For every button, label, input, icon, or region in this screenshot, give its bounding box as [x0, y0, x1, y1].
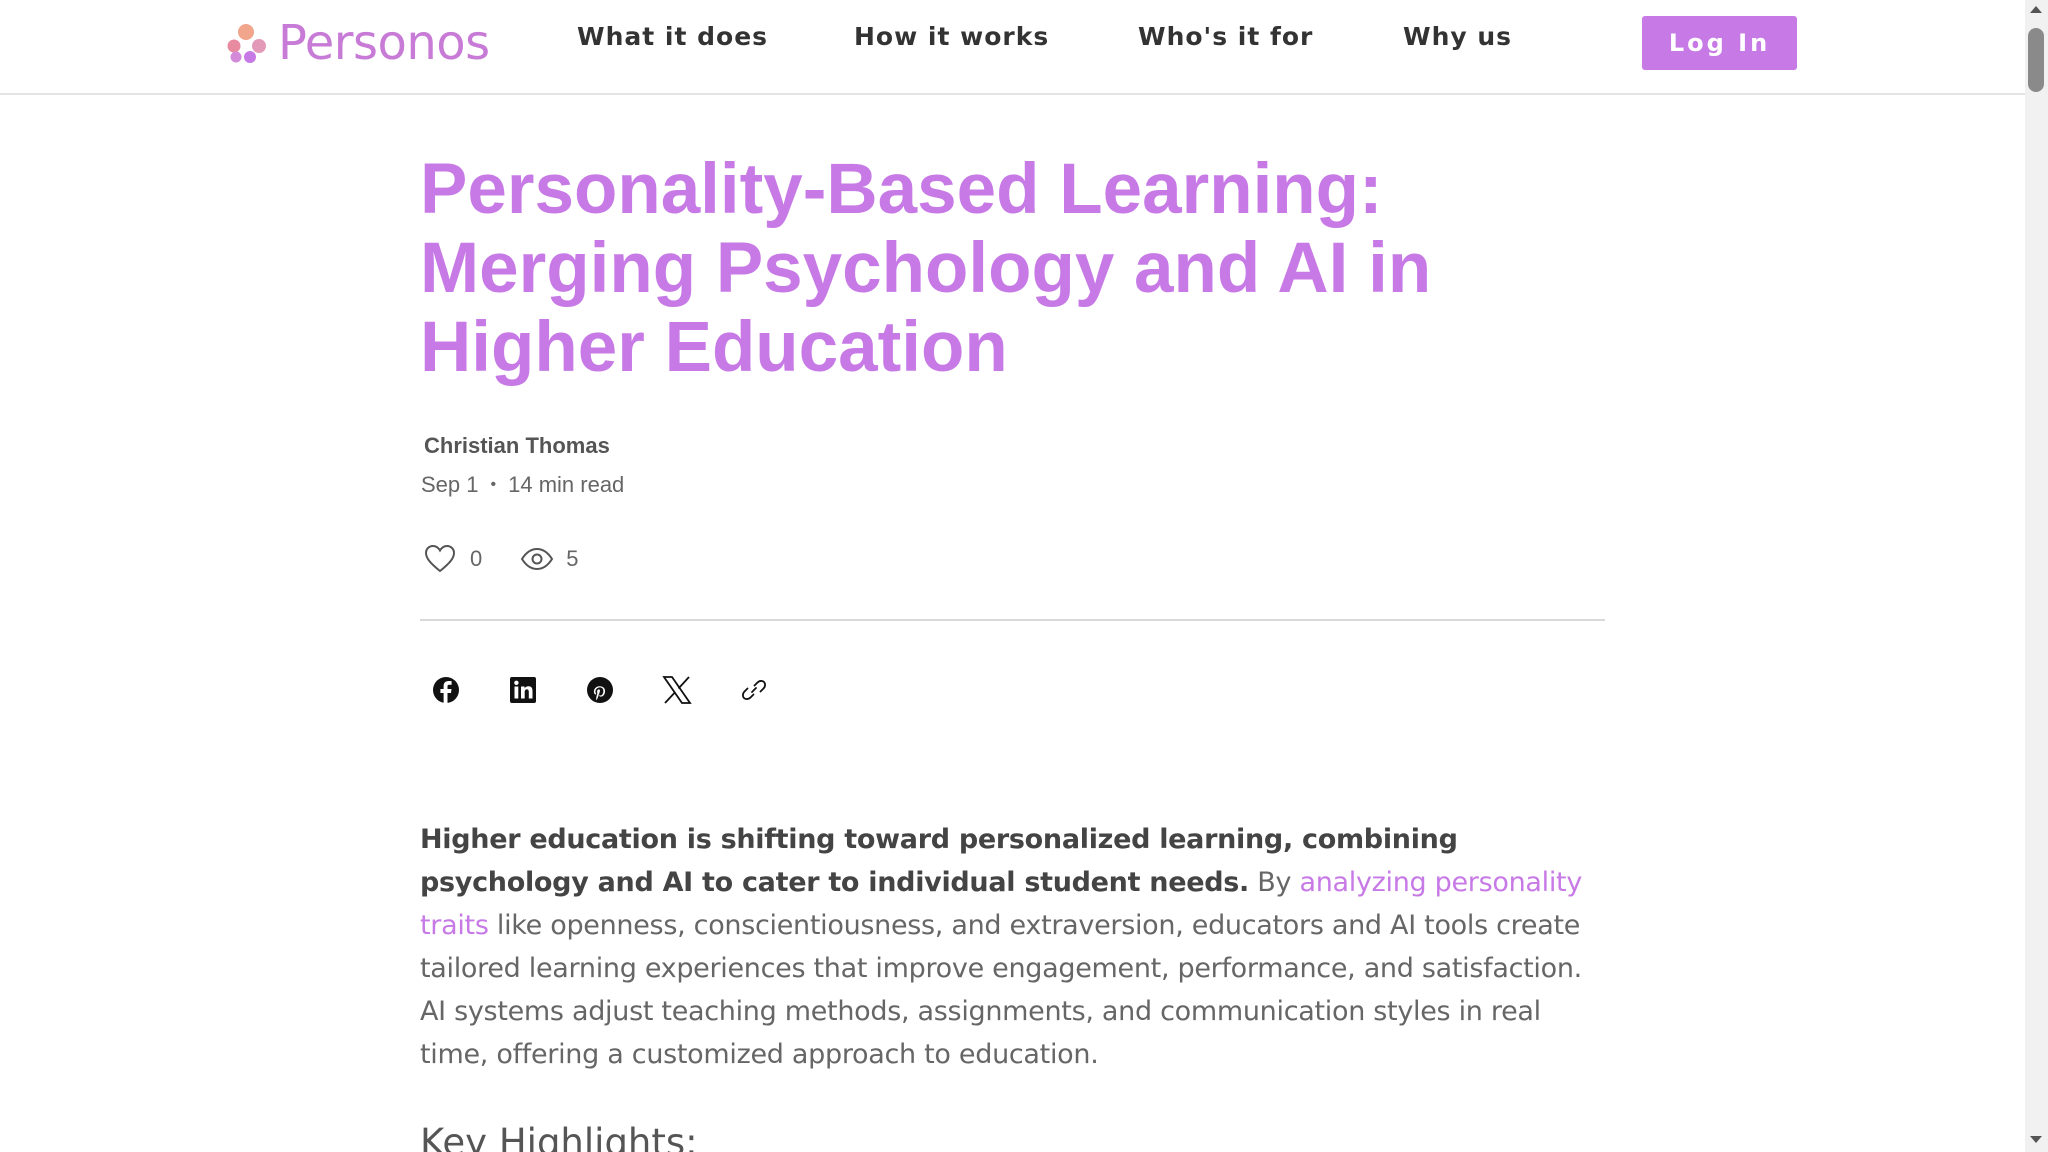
link-icon[interactable]: [738, 674, 770, 706]
brand-logo[interactable]: Personos: [226, 14, 490, 72]
x-icon[interactable]: [661, 674, 693, 706]
article-title: Personality-Based Learning: Merging Psyc…: [420, 150, 1432, 387]
divider: [420, 619, 1605, 621]
read-time: 14 min read: [508, 472, 625, 497]
nav-how-it-works[interactable]: How it works: [854, 22, 1049, 62]
facebook-icon[interactable]: [430, 674, 462, 706]
scroll-thumb[interactable]: [2028, 28, 2044, 92]
article-intro: Higher education is shifting toward pers…: [420, 818, 1610, 1076]
eye-icon: [520, 546, 554, 572]
linkedin-icon[interactable]: [507, 674, 539, 706]
intro-pre-link: By: [1249, 867, 1300, 898]
post-stats: 0 5: [424, 544, 579, 574]
heart-icon[interactable]: [424, 544, 456, 574]
site-header: Personos What it does How it works Who's…: [0, 0, 2025, 95]
author-name[interactable]: Christian Thomas: [424, 433, 610, 459]
meta-separator: •: [490, 476, 497, 493]
scroll-down-icon[interactable]: [2030, 1136, 2042, 1143]
login-button[interactable]: Log In: [1642, 16, 1797, 70]
nav-whos-it-for[interactable]: Who's it for: [1138, 22, 1313, 62]
share-bar: [430, 674, 815, 706]
section-heading: Key Highlights:: [420, 1121, 698, 1152]
pinterest-icon[interactable]: [584, 674, 616, 706]
page: Personos What it does How it works Who's…: [0, 0, 2048, 1152]
post-meta: Sep 1 • 14 min read: [421, 472, 624, 498]
brand-name: Personos: [278, 15, 490, 71]
view-count: 5: [566, 546, 579, 571]
nav-what-it-does[interactable]: What it does: [577, 22, 768, 62]
scrollbar[interactable]: [2025, 0, 2048, 1152]
post-date: Sep 1: [421, 472, 479, 497]
scroll-up-icon[interactable]: [2030, 6, 2042, 13]
nav-why-us[interactable]: Why us: [1403, 22, 1512, 62]
like-count: 0: [470, 546, 483, 571]
logo-dots-icon: [227, 24, 266, 63]
intro-rest: like openness, conscientiousness, and ex…: [420, 910, 1582, 1070]
